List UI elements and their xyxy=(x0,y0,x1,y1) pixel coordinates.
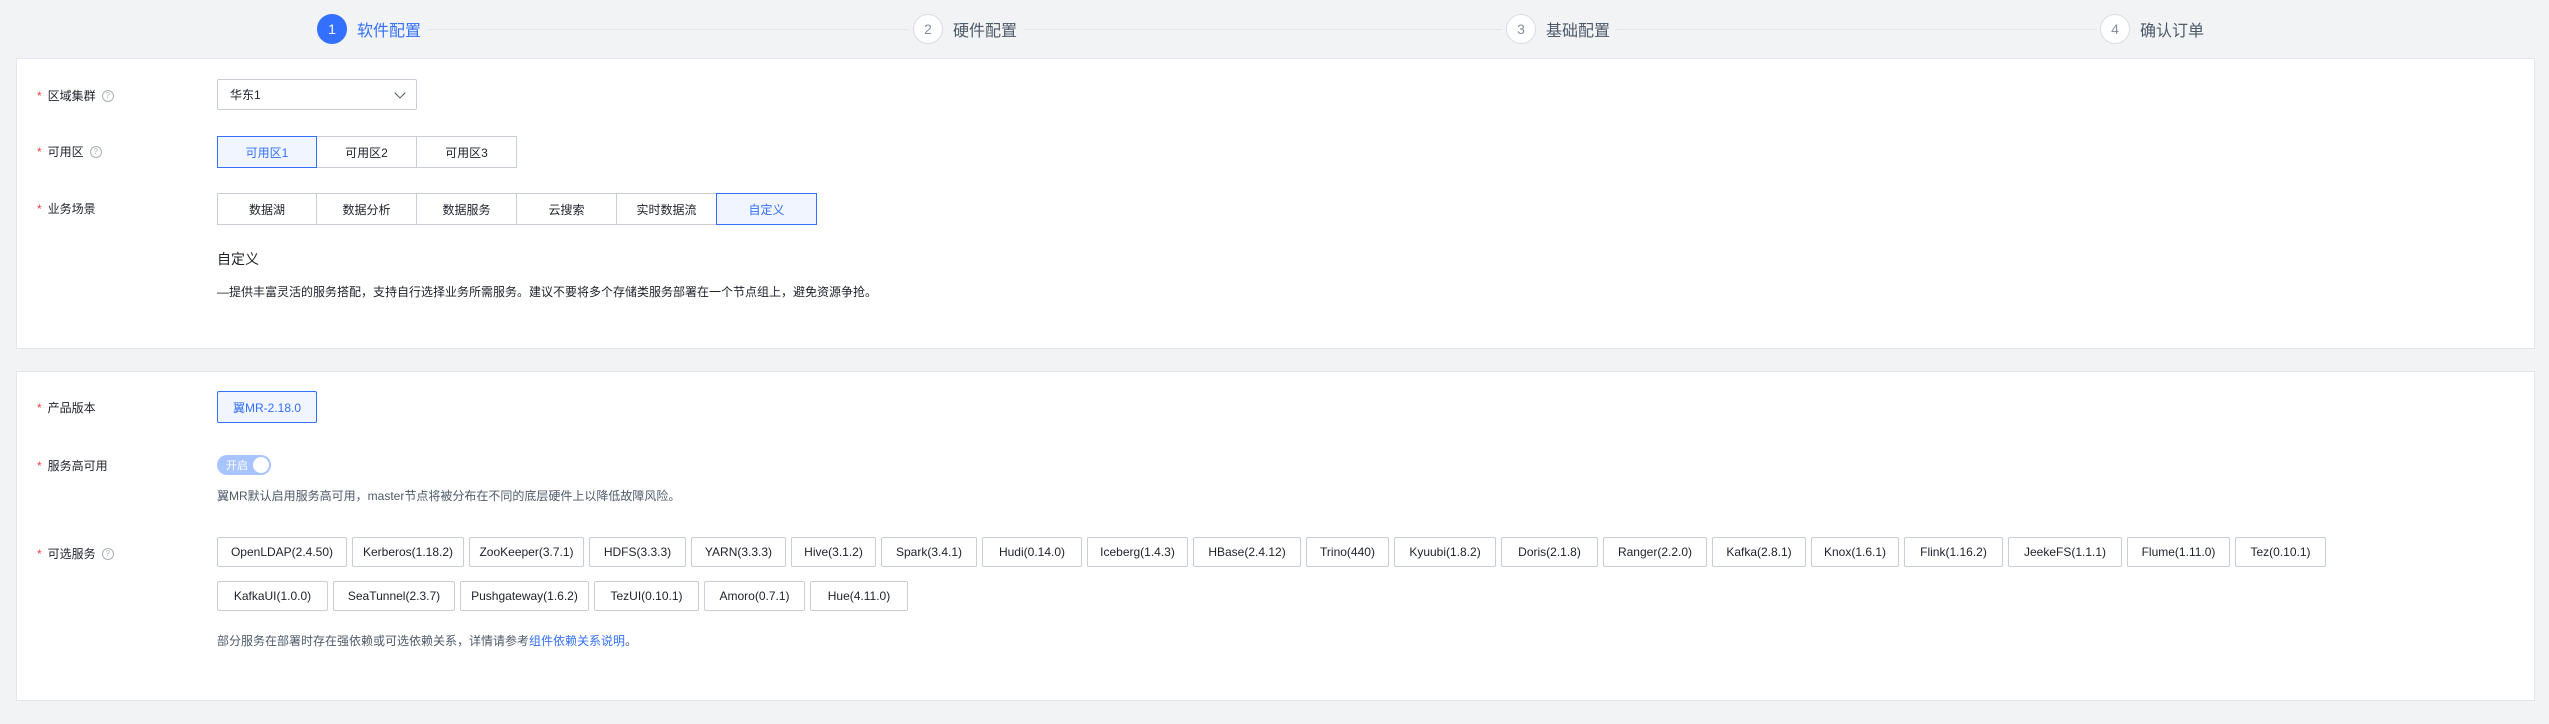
ha-label: 服务高可用 xyxy=(47,459,108,473)
service-item[interactable]: Kyuubi(1.8.2) xyxy=(1394,537,1496,567)
required-mark: * xyxy=(37,201,42,216)
service-item[interactable]: JeekeFS(1.1.1) xyxy=(2008,537,2122,567)
service-item[interactable]: Flink(1.16.2) xyxy=(1904,537,2003,567)
service-item[interactable]: Kerberos(1.18.2) xyxy=(352,537,464,567)
step-hardware-config[interactable]: 2 硬件配置 xyxy=(913,13,1017,45)
scenario-label: 业务场景 xyxy=(47,202,96,216)
service-item[interactable]: Hive(3.1.2) xyxy=(791,537,876,567)
step-label: 确认订单 xyxy=(2140,23,2205,40)
ha-row-label: * 服务高可用 xyxy=(37,457,108,474)
service-settings-card: * 产品版本 翼MR-2.18.0 * 服务高可用 开启 翼MR默认启用服务高可… xyxy=(16,371,2535,701)
step-connector xyxy=(1024,29,1502,30)
step-label: 基础配置 xyxy=(1546,23,1611,40)
required-mark: * xyxy=(37,546,42,561)
scenario-option-cloud-search[interactable]: 云搜索 xyxy=(516,193,617,225)
service-item[interactable]: Hue(4.11.0) xyxy=(810,581,908,611)
scenario-desc-title: 自定义 xyxy=(217,251,259,267)
service-item[interactable]: TezUI(0.10.1) xyxy=(594,581,699,611)
scenario-desc-text: —提供丰富灵活的服务搭配，支持自行选择业务所需服务。建议不要将多个存储类服务部署… xyxy=(217,285,878,299)
services-label: 可选服务 xyxy=(47,547,96,561)
service-item[interactable]: Ranger(2.2.0) xyxy=(1603,537,1707,567)
step-number: 4 xyxy=(2100,14,2130,44)
services-note: 部分服务在部署时存在强依赖或可选依赖关系，详情请参考组件依赖关系说明。 xyxy=(217,632,637,649)
services-row-label: * 可选服务 ? xyxy=(37,545,114,562)
step-label: 硬件配置 xyxy=(953,23,1018,40)
zone-label: 可用区 xyxy=(47,145,84,159)
services-note-suffix: 。 xyxy=(625,634,638,648)
step-label: 软件配置 xyxy=(357,23,422,40)
scenario-row-label: * 业务场景 xyxy=(37,200,96,217)
zone-option-2[interactable]: 可用区2 xyxy=(316,136,417,168)
required-mark: * xyxy=(37,400,42,415)
step-basic-config[interactable]: 3 基础配置 xyxy=(1506,13,1610,45)
zone-row-label: * 可用区 ? xyxy=(37,143,102,160)
service-item[interactable]: Tez(0.10.1) xyxy=(2235,537,2326,567)
service-item[interactable]: HDFS(3.3.3) xyxy=(589,537,686,567)
region-select[interactable]: 华东1 xyxy=(217,79,417,110)
step-number: 3 xyxy=(1506,14,1536,44)
service-item[interactable]: Amoro(0.7.1) xyxy=(704,581,805,611)
ha-desc: 翼MR默认启用服务高可用，master节点将被分布在不同的底层硬件上以降低故障风… xyxy=(217,489,681,503)
step-number: 1 xyxy=(317,14,347,44)
region-label: 区域集群 xyxy=(47,89,96,103)
service-item[interactable]: Hudi(0.14.0) xyxy=(982,537,1082,567)
scenario-segmented: 数据湖 数据分析 数据服务 云搜索 实时数据流 自定义 xyxy=(217,193,817,225)
service-item[interactable]: HBase(2.4.12) xyxy=(1193,537,1301,567)
zone-segmented: 可用区1 可用区2 可用区3 xyxy=(217,136,517,168)
zone-option-1[interactable]: 可用区1 xyxy=(217,136,317,168)
help-icon[interactable]: ? xyxy=(101,89,114,102)
scenario-option-data-service[interactable]: 数据服务 xyxy=(416,193,517,225)
scenario-option-custom[interactable]: 自定义 xyxy=(716,193,817,225)
step-confirm-order[interactable]: 4 确认订单 xyxy=(2100,13,2204,45)
service-item[interactable]: Knox(1.6.1) xyxy=(1811,537,1899,567)
toggle-knob xyxy=(253,457,269,473)
product-version-option[interactable]: 翼MR-2.18.0 xyxy=(217,391,317,423)
steps-bar: 1 软件配置 2 硬件配置 3 基础配置 4 确认订单 xyxy=(0,0,2549,58)
step-connector xyxy=(428,29,908,30)
step-number: 2 xyxy=(913,14,943,44)
region-row-label: * 区域集群 ? xyxy=(37,87,114,104)
service-item[interactable]: Spark(3.4.1) xyxy=(881,537,977,567)
scenario-option-realtime-stream[interactable]: 实时数据流 xyxy=(616,193,717,225)
services-note-text: 部分服务在部署时存在强依赖或可选依赖关系，详情请参考 xyxy=(217,634,530,648)
scenario-option-data-analysis[interactable]: 数据分析 xyxy=(316,193,417,225)
ha-toggle-text: 开启 xyxy=(226,460,248,472)
service-item[interactable]: KafkaUI(1.0.0) xyxy=(217,581,328,611)
zone-option-3[interactable]: 可用区3 xyxy=(416,136,517,168)
ha-toggle[interactable]: 开启 xyxy=(217,455,271,475)
dependency-doc-link[interactable]: 组件依赖关系说明 xyxy=(529,634,625,648)
service-item[interactable]: ZooKeeper(3.7.1) xyxy=(469,537,584,567)
service-item[interactable]: Pushgateway(1.6.2) xyxy=(460,581,589,611)
service-item[interactable]: Flume(1.11.0) xyxy=(2127,537,2230,567)
step-software-config[interactable]: 1 软件配置 xyxy=(317,13,421,45)
service-item[interactable]: Iceberg(1.4.3) xyxy=(1087,537,1188,567)
required-mark: * xyxy=(37,458,42,473)
service-item[interactable]: YARN(3.3.3) xyxy=(691,537,786,567)
help-icon[interactable]: ? xyxy=(101,547,114,560)
scenario-option-data-lake[interactable]: 数据湖 xyxy=(217,193,317,225)
service-item[interactable]: SeaTunnel(2.3.7) xyxy=(333,581,455,611)
region-select-value: 华东1 xyxy=(230,88,261,102)
product-row-label: * 产品版本 xyxy=(37,399,96,416)
service-item[interactable]: Trino(440) xyxy=(1306,537,1389,567)
service-item[interactable]: Doris(2.1.8) xyxy=(1501,537,1598,567)
chevron-down-icon xyxy=(394,86,406,99)
required-mark: * xyxy=(37,88,42,103)
service-item[interactable]: Kafka(2.8.1) xyxy=(1712,537,1806,567)
help-icon[interactable]: ? xyxy=(89,145,102,158)
product-label: 产品版本 xyxy=(47,401,96,415)
step-connector xyxy=(1617,29,2097,30)
basic-settings-card: * 区域集群 ? 华东1 * 可用区 ? 可用区1 可用区2 可用区3 * 业务… xyxy=(16,58,2535,349)
service-item[interactable]: OpenLDAP(2.4.50) xyxy=(217,537,347,567)
required-mark: * xyxy=(37,144,42,159)
